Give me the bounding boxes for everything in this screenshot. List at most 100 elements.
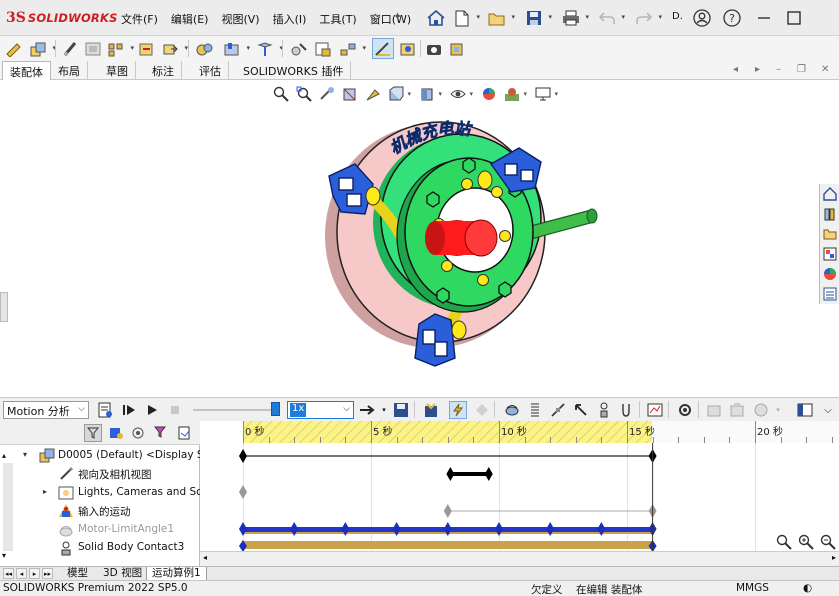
force-icon[interactable] [572,401,590,419]
pin-menu-icon[interactable]: ✦ [393,10,402,23]
bill-of-materials-icon[interactable] [312,38,334,59]
chevron-down-icon[interactable]: ⌵ [819,401,837,419]
play-from-start-icon[interactable] [120,401,138,419]
menu-tools[interactable]: 工具(T) [319,11,356,27]
menu-file[interactable]: 文件(F) [121,11,158,27]
spring-icon[interactable] [526,401,544,419]
feature-tree-toggle[interactable] [0,292,8,322]
autokey-icon[interactable] [449,401,467,419]
tree-item-view-camera[interactable]: 视向及相机视图 [0,465,200,483]
close-pane-icon[interactable]: ✕ [821,64,829,75]
menu-insert[interactable]: 插入(I) [273,11,307,27]
minimize-icon[interactable] [752,6,776,30]
tab-sketch[interactable]: 草图 [99,61,136,80]
simulation-setup-icon[interactable] [705,401,723,419]
help-icon[interactable]: ? [720,6,744,30]
zoom-to-area-icon[interactable] [295,85,313,103]
animation-wizard-icon[interactable] [422,401,440,419]
assembly-start-key[interactable] [239,449,247,463]
zoom-in-icon[interactable] [795,531,817,553]
tree-item-contact[interactable]: Solid Body Contact3 [0,539,200,557]
results-and-plots-icon[interactable] [646,401,664,419]
charging-station-model[interactable]: 机械充电站 [315,118,605,368]
chevron-down-icon[interactable]: ▾ [769,401,787,419]
damper-icon[interactable] [549,401,567,419]
custom-properties-icon[interactable] [820,284,839,304]
tree-item-motor[interactable]: Motor-LimitAngle1 [0,521,200,539]
stop-icon[interactable] [166,401,184,419]
view-end-key[interactable] [484,467,493,481]
tab-markup[interactable]: 标注 [145,61,182,80]
tree-item-lights-cameras[interactable]: ▸ Lights, Cameras and Sce [0,484,200,502]
gravity-icon[interactable] [617,401,635,419]
tab-motion-study-1[interactable]: 运动算例1 [146,567,207,581]
playback-slider-track[interactable] [193,409,275,411]
appearances-scenes-icon[interactable] [820,264,839,284]
reference-geometry-icon[interactable]: ▾ [254,38,283,59]
zoom-out-icon[interactable] [817,531,839,553]
next-tab-icon[interactable]: ▸ [29,568,40,579]
simulation-results-icon[interactable] [752,401,770,419]
playback-mode-icon[interactable] [358,401,376,419]
previous-tab-icon[interactable]: ◂ [733,64,738,75]
view-palette-icon[interactable] [820,244,839,264]
zoom-to-fit-icon[interactable] [773,531,795,553]
insert-components-icon[interactable]: ▾ [27,38,56,59]
contact-icon[interactable] [595,401,613,419]
timeline-keys[interactable] [200,443,839,555]
calculate-icon[interactable] [96,401,114,419]
next-tab-icon[interactable]: ▸ [755,64,760,75]
user-icon[interactable] [690,6,714,30]
section-view-icon[interactable] [341,85,359,103]
imported-motion-start-key[interactable] [443,504,452,518]
new-motion-study-icon[interactable] [288,38,310,59]
status-units[interactable]: MMGS [736,582,769,594]
scroll-right-icon[interactable]: ▸ [832,553,836,562]
display-style-icon[interactable]: ▾ [418,85,442,103]
linear-pattern-icon[interactable]: ▾ [105,38,134,59]
tab-3d-views[interactable]: 3D 视图 [98,567,147,581]
design-library-icon[interactable] [820,204,839,224]
motion-study-properties-icon[interactable] [676,401,694,419]
smart-fasteners-icon[interactable] [136,38,158,59]
maximize-icon[interactable] [782,6,806,30]
show-hidden-components-icon[interactable] [194,38,216,59]
home-icon[interactable] [426,8,446,28]
tab-model[interactable]: 模型 [62,567,93,581]
open-folder-icon[interactable]: ▾ [487,8,515,28]
redo-icon[interactable]: ▾ [634,8,662,28]
first-tab-icon[interactable]: ◂◂ [3,568,14,579]
view-start-key[interactable] [446,467,455,481]
minimize-pane-icon[interactable]: – [776,64,781,75]
simulation-load-icon[interactable] [728,401,746,419]
expand-toggle[interactable]: ▾ [23,450,27,459]
filter-selected-icon[interactable] [130,424,148,442]
previous-view-icon[interactable] [318,85,336,103]
tree-item-imported-motion[interactable]: 输入的运动 [0,502,200,520]
take-snapshot-icon[interactable] [423,38,445,59]
study-type-select[interactable]: Motion 分析 ⌵ [3,401,89,419]
tree-item-assembly[interactable]: ▾ D0005 (Default) <Display Sta [0,447,200,465]
menu-window[interactable]: 窗口(W) [370,11,411,27]
lights-key[interactable] [239,485,247,499]
menu-view[interactable]: 视图(V) [221,11,259,27]
prev-tab-icon[interactable]: ◂ [16,568,27,579]
edit-appearance-icon[interactable] [480,85,498,103]
apply-scene-icon[interactable]: ▾ [503,85,527,103]
print-icon[interactable]: ▾ [561,8,589,28]
timeline-horizontal-scrollbar[interactable]: ◂ ▸ [200,551,839,566]
collapse-motion-manager-icon[interactable] [796,401,814,419]
last-tab-icon[interactable]: ▸▸ [42,568,53,579]
motion-timeline[interactable]: 0 秒 5 秒 10 秒 15 秒 20 秒 [200,421,839,566]
large-assembly-icon[interactable] [446,38,468,59]
edit-component-icon[interactable] [3,38,25,59]
menu-edit[interactable]: 编辑(E) [171,11,209,27]
graphics-area[interactable]: ▾ ▾ ▾ ▾ ▾ 机械充电站 [0,80,839,397]
solidworks-resources-icon[interactable] [820,184,839,204]
file-explorer-icon[interactable] [820,224,839,244]
tab-evaluate[interactable]: 评估 [192,61,229,80]
filter-results-icon[interactable] [153,424,171,442]
instant3d-icon[interactable] [372,38,394,59]
hide-show-items-icon[interactable]: ▾ [449,85,473,103]
playback-mode-dropdown-icon[interactable]: ▾ [375,401,393,419]
